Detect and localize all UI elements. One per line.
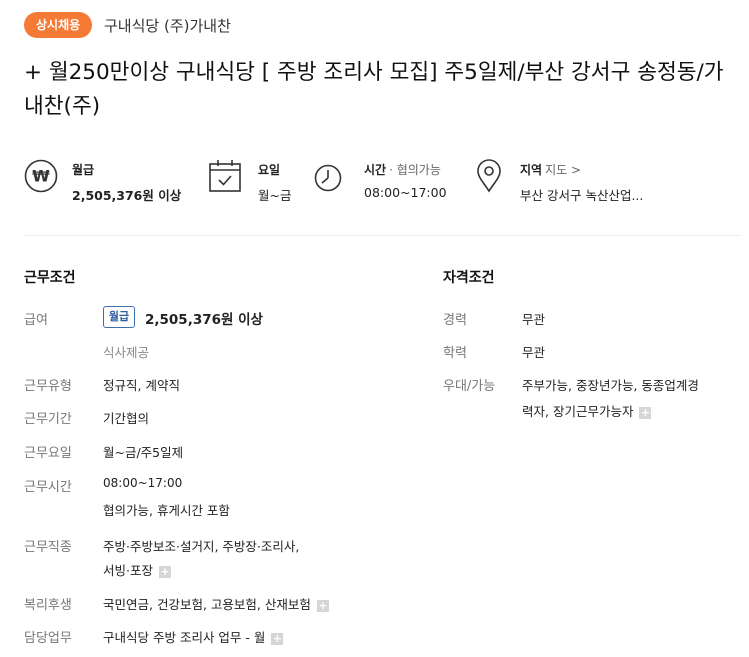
job-category-value-line1: 주방·주방보조·설거지, 주방장·조리사, [103, 539, 300, 554]
welfare-value-text: 국민연금, 건강보험, 고용보험, 산재보험 [103, 597, 311, 612]
job-category-value-line2: 서빙·포장 + [103, 560, 171, 579]
work-hours-note: 협의가능, 휴게시간 포함 [103, 503, 230, 518]
summary-days-value: 월~금 [258, 188, 292, 203]
qualifications-title: 자격조건 [443, 270, 495, 286]
career-value: 무관 [522, 312, 546, 327]
salary-label: 급여 [24, 313, 48, 328]
summary-hours-sublabel: · 협의가능 [389, 163, 441, 177]
work-period-label: 근무기간 [24, 412, 72, 427]
summary-region-label: 지역 지도 > [520, 161, 581, 178]
preference-value-text: 력자, 장기근무가능자 [522, 404, 634, 419]
summary-salary-label: 월급 [72, 163, 95, 177]
summary-salary-value: 2,505,376원 이상 [72, 188, 182, 203]
work-days-label: 근무요일 [24, 446, 72, 461]
summary-region-label-text: 지역 [520, 163, 543, 177]
career-label: 경력 [443, 313, 467, 328]
work-days-value: 월~금/주5일제 [103, 445, 184, 460]
location-pin-icon [477, 159, 501, 193]
education-label: 학력 [443, 346, 467, 361]
expand-duty-icon[interactable]: + [271, 632, 284, 645]
salary-amount: 2,505,376원 이상 [145, 312, 263, 328]
map-link[interactable]: 지도 > [545, 163, 581, 177]
section-divider [24, 235, 740, 236]
preference-value-line2: 력자, 장기근무가능자 + [522, 401, 652, 420]
welfare-value: 국민연금, 건강보험, 고용보험, 산재보험 + [103, 594, 329, 613]
work-conditions-title: 근무조건 [24, 270, 76, 286]
clock-icon [314, 164, 342, 192]
summary-region-value: 부산 강서구 녹산산업... [520, 188, 644, 203]
employment-type-label: 근무유형 [24, 379, 72, 394]
duty-value: 구내식당 주방 조리사 업무 - 월 + [103, 627, 284, 646]
duty-label: 담당업무 [24, 631, 72, 646]
job-title: + 월250만이상 구내식당 [ 주방 조리사 모집] 주5일제/부산 강서구 … [24, 60, 724, 119]
hiring-status-badge: 상시채용 [24, 12, 93, 38]
work-hours-value: 08:00~17:00 [103, 476, 183, 490]
expand-welfare-icon[interactable]: + [316, 599, 329, 612]
employment-type-value: 정규직, 계약직 [103, 378, 180, 393]
expand-job-category-icon[interactable]: + [158, 565, 171, 578]
summary-hours-label: 시간 · 협의가능 [364, 161, 441, 178]
summary-days-label: 요일 [258, 163, 281, 177]
summary-hours-label-text: 시간 [364, 163, 387, 177]
job-category-label: 근무직종 [24, 540, 72, 555]
summary-hours-value: 08:00~17:00 [364, 185, 447, 200]
svg-text:₩: ₩ [32, 167, 50, 186]
meal-provided: 식사제공 [103, 345, 150, 360]
preference-value-line1: 주부가능, 중장년가능, 동종업계경 [522, 378, 699, 393]
work-hours-label: 근무시간 [24, 480, 72, 495]
salary-type-tag: 월급 [103, 306, 135, 328]
welfare-label: 복리후생 [24, 598, 72, 613]
won-icon: ₩ [24, 159, 58, 193]
preference-label: 우대/가능 [443, 379, 496, 394]
education-value: 무관 [522, 345, 546, 360]
job-category-value-text: 서빙·포장 [103, 563, 153, 578]
duty-value-text: 구내식당 주방 조리사 업무 - 월 [103, 630, 266, 645]
work-period-value: 기간협의 [103, 411, 150, 426]
calendar-icon [209, 160, 241, 192]
expand-preference-icon[interactable]: + [639, 406, 652, 419]
company-name[interactable]: 구내식당 (주)가내찬 [104, 15, 231, 36]
